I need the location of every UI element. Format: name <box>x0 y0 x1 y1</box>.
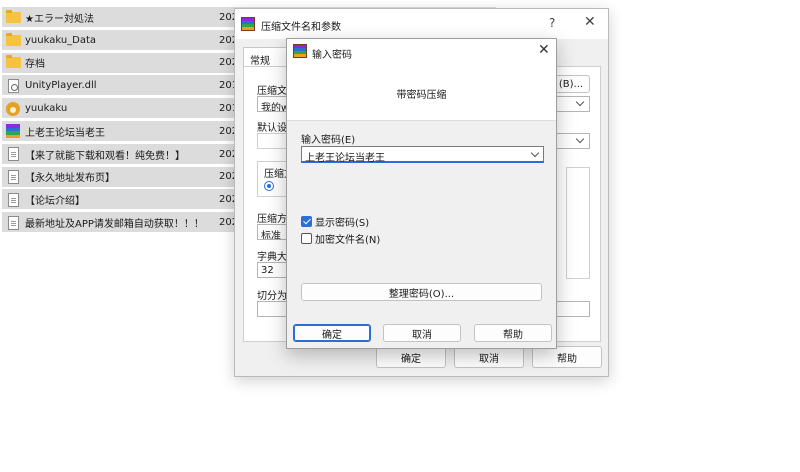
compression-method-label: 压缩方 <box>257 214 287 225</box>
tab-general[interactable]: 常规 <box>243 47 289 67</box>
password-dialog-titlebar[interactable]: 输入密码 ✕ <box>287 39 556 65</box>
organize-passwords-button[interactable]: 整理密码(O)... <box>301 283 542 301</box>
help-button[interactable]: 帮助 <box>474 324 552 342</box>
folder-icon <box>5 55 21 70</box>
ok-button[interactable]: 确定 <box>293 324 371 342</box>
file-name: 【永久地址发布页】 <box>25 173 115 185</box>
password-dialog-title: 输入密码 <box>312 50 352 61</box>
help-icon[interactable]: ? <box>549 16 555 30</box>
format-rar-radio[interactable] <box>264 181 274 191</box>
file-name: 存档 <box>25 59 45 71</box>
password-value: 上老王论坛当老王 <box>305 153 385 164</box>
winrar-archive-icon <box>5 124 21 139</box>
close-icon[interactable]: ✕ <box>538 42 550 58</box>
chevron-down-icon <box>575 134 585 144</box>
password-dialog-header: 带密码压缩 <box>287 65 556 121</box>
cancel-button[interactable]: 取消 <box>454 346 524 368</box>
folder-icon <box>5 32 21 47</box>
default-profile-label: 默认设 <box>257 123 287 134</box>
winrar-icon <box>293 44 307 58</box>
winrar-icon <box>241 17 255 31</box>
help-button[interactable]: 帮助 <box>532 346 602 368</box>
encrypt-file-names-checkbox[interactable]: 加密文件名(N) <box>301 231 380 246</box>
archive-dialog-titlebar[interactable]: 压缩文件名和参数 ? ✕ <box>235 9 608 39</box>
file-name: 【论坛介绍】 <box>25 196 85 208</box>
checkbox-checked-icon <box>301 216 312 227</box>
cancel-button[interactable]: 取消 <box>383 324 461 342</box>
encrypt-file-names-label: 加密文件名(N) <box>315 235 381 246</box>
dll-file-icon <box>5 78 21 93</box>
file-name: yuukaku_Data <box>25 34 97 46</box>
archiving-options-group <box>566 167 590 279</box>
show-password-checkbox[interactable]: 显示密码(S) <box>301 214 369 229</box>
password-dialog-body: 输入密码(E) 上老王论坛当老王 显示密码(S) 加密文件名(N) 整理密码(O… <box>287 121 556 317</box>
ok-button[interactable]: 确定 <box>376 346 446 368</box>
checkbox-unchecked-icon <box>301 233 312 244</box>
browse-button[interactable]: (B)... <box>552 75 590 93</box>
file-name: ★エラー対処法 <box>25 13 94 25</box>
password-input[interactable]: 上老王论坛当老王 <box>301 146 544 164</box>
text-file-icon <box>5 169 21 184</box>
app-icon <box>5 101 21 116</box>
dictionary-size-label: 字典大 <box>257 252 287 263</box>
text-file-icon <box>5 215 21 230</box>
chevron-down-icon[interactable] <box>530 148 540 158</box>
file-name: 【来了就能下载和观看！纯免费！】 <box>25 150 185 162</box>
show-password-label: 显示密码(S) <box>315 218 370 229</box>
file-name: 上老王论坛当老王 <box>25 127 105 139</box>
folder-icon <box>5 9 21 24</box>
password-label: 输入密码(E) <box>301 135 356 146</box>
close-icon[interactable]: ✕ <box>584 14 596 30</box>
file-name: UnityPlayer.dll <box>25 80 97 92</box>
header-text: 带密码压缩 <box>396 90 447 101</box>
file-name: 最新地址及APP请发邮箱自动获取！！！ <box>25 219 204 231</box>
chevron-down-icon <box>575 97 585 107</box>
archive-name-label: 压缩文 <box>257 86 287 97</box>
file-name: yuukaku <box>25 103 68 115</box>
text-file-icon <box>5 192 21 207</box>
split-volumes-label: 切分为 <box>257 291 287 302</box>
archive-dialog-title: 压缩文件名和参数 <box>261 22 341 33</box>
enter-password-dialog: 输入密码 ✕ 带密码压缩 输入密码(E) 上老王论坛当老王 显示密码(S) 加密… <box>286 38 557 349</box>
text-file-icon <box>5 147 21 162</box>
